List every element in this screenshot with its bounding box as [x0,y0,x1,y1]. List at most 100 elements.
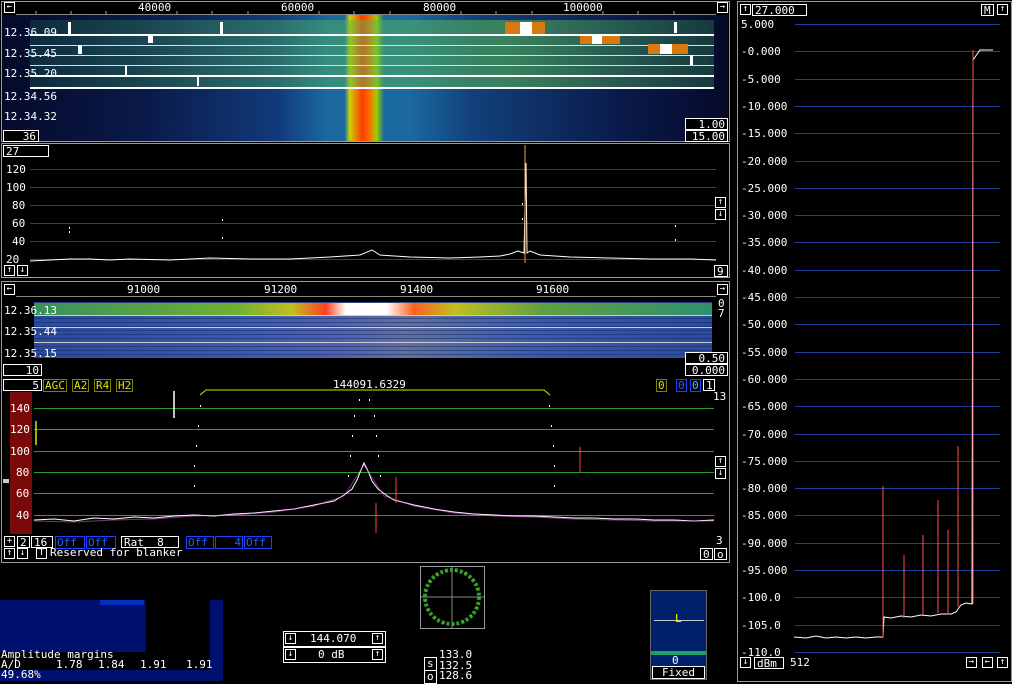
signal-block [592,36,602,44]
o-label: o [424,670,437,684]
scroll-left-icon[interactable]: ← [4,2,15,13]
freq-ruler-ticks [35,11,675,14]
hires-scroll-right-icon[interactable]: → [717,284,728,295]
time-mark-line [34,327,712,328]
baseband-points: 512 [790,656,810,669]
freq-value[interactable]: 144.070 [310,633,356,645]
waterfall-time: 12.35.20 [4,67,57,80]
baseband-right-icon[interactable]: → [966,657,977,668]
time-mark-line [30,65,714,66]
waterfall-hot-band [30,20,714,88]
baseband-left-icon[interactable]: ← [982,657,993,668]
y-label: 60 [16,487,30,500]
hires-avg-box[interactable]: 10 [3,364,42,376]
signal-block [220,22,223,34]
hires-spectrum-trace[interactable] [34,385,714,535]
hires-zero-box[interactable]: 0.000 [685,364,728,376]
hires-freq-tick: 91000 [127,283,161,296]
scroll-right-icon[interactable]: → [717,2,728,13]
waterfall-time: 12.36.09 [4,26,57,39]
hires-add-icon[interactable]: + [4,536,15,547]
freq-up-icon[interactable]: ↑ [372,633,383,644]
corner-box-0[interactable]: 0 [700,548,713,560]
hires-freq-tick: 91600 [536,283,570,296]
gain-value[interactable]: 0 dB [318,649,345,661]
baseband-unit[interactable]: dBm [754,657,784,669]
hires-freq-tick: 91400 [400,283,434,296]
ad-percent: 49.68% [1,668,41,681]
signal-block [660,44,672,54]
hires-gain-box[interactable]: 0.50 [685,352,728,364]
signal-block [148,35,153,43]
waterfall-zero-box[interactable]: 15.00 [685,130,728,142]
hires-right-value: 7 [718,307,725,320]
freq-tick: 60000 [281,1,315,14]
y-label: 140 [10,402,30,415]
waterfall-avg-box[interactable]: 36 [3,130,39,142]
hires-scroll-left-icon[interactable]: ← [4,284,15,295]
y-label: 80 [12,199,26,212]
signal-block [78,45,82,54]
fixed-mode-button[interactable]: Fixed [652,666,705,679]
spec-up-icon[interactable]: ↑ [4,265,15,276]
signal-block [690,55,693,65]
blanker-down-icon[interactable]: ↓ [17,548,28,559]
hires-freq-tick: 91200 [264,283,298,296]
gain-down-icon[interactable]: ↓ [285,649,296,660]
hires-btn-2[interactable]: 2 [17,536,30,548]
blanker-off-3[interactable]: Off [186,536,214,549]
baseband-down-icon[interactable]: ↓ [740,657,751,668]
waterfall-time: 12.34.32 [4,110,57,123]
s-label: s [424,657,437,671]
amplitude-bar-graph [0,600,146,652]
polarization-circle-icon [421,567,484,628]
hires-scale-up-icon[interactable]: ↑ [715,456,726,467]
waterfall-time: 12.35.45 [4,47,57,60]
y-label: 60 [12,217,26,230]
freq-tick: 40000 [138,1,172,14]
baseband-trace[interactable] [766,10,1006,670]
blanker-val-4[interactable]: 4 [215,536,243,549]
time-mark-line [30,45,714,46]
signal-block [68,22,71,34]
freq-tick: 100000 [563,1,603,14]
corner-box-o[interactable]: o [714,548,727,560]
time-mark-line [30,55,714,56]
level-marker [3,479,9,483]
hires-time: 12.35.44 [4,325,57,338]
y-label: 20 [6,253,20,266]
spectrum-right-box[interactable]: 9 [714,265,728,277]
freq-down-icon[interactable]: ↓ [285,633,296,644]
hires-freq-ruler [16,284,716,297]
gain-up-icon[interactable]: ↑ [372,649,383,660]
baseband-up2-icon[interactable]: ↑ [997,657,1008,668]
amplitude-bar-top [100,600,144,605]
time-mark-line [30,75,714,77]
time-mark-line [30,87,714,89]
y-label: 40 [12,235,26,248]
s-meter-value: 128.6 [439,669,473,682]
fixed-L-label: L [675,612,682,625]
time-mark-line [34,315,712,316]
y-label: 40 [16,509,30,522]
wide-spectrum-trace[interactable] [30,143,716,263]
time-mark-line [34,342,712,343]
signal-block [520,22,532,34]
y-label: 100 [10,445,30,458]
signal-block [674,22,677,33]
scale-up-icon[interactable]: ↑ [715,197,726,208]
blanker-up-icon[interactable]: ↑ [4,548,15,559]
blanker-t-icon[interactable]: T [36,548,47,559]
baseband-up-icon[interactable]: ↑ [740,4,751,15]
y-label: 120 [6,163,26,176]
spec-down-icon[interactable]: ↓ [17,265,28,276]
signal-block [197,76,199,86]
signal-block [125,65,127,75]
y-label: 80 [16,466,30,479]
hires-right-num: 13 [713,390,727,403]
blanker-status: Reserved for blanker [50,546,183,559]
waterfall-gain-box[interactable]: 1.00 [685,118,728,130]
blanker-off-4[interactable]: Off [244,536,272,549]
hires-scale-down-icon[interactable]: ↓ [715,468,726,479]
scale-down-icon[interactable]: ↓ [715,209,726,220]
